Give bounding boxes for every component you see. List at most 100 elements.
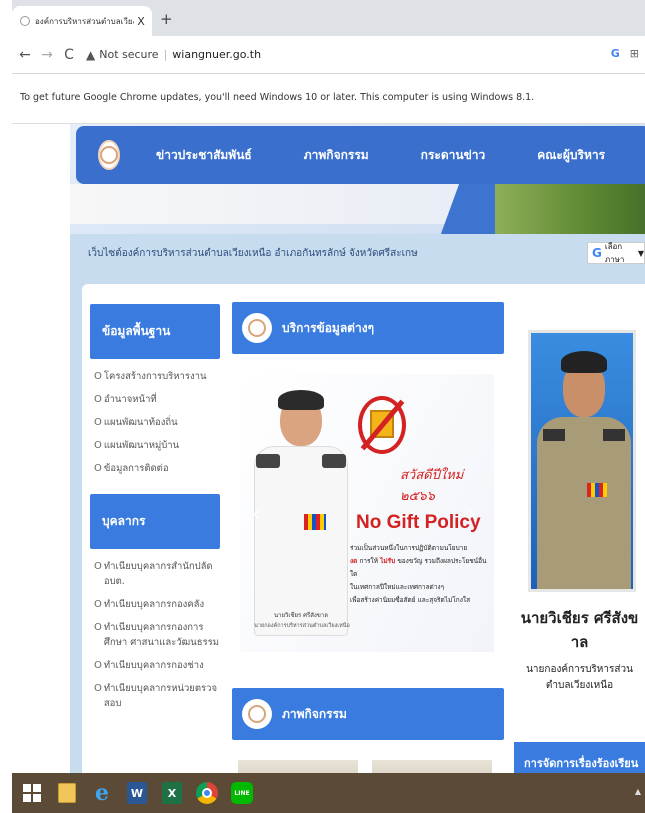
windows-icon	[23, 784, 41, 802]
language-select-label: เลือกภาษา	[604, 242, 625, 264]
complaint-heading[interactable]: การจัดการเรื่องร้องเรียนการทุจริต	[514, 742, 645, 773]
update-info-bar: To get future Google Chrome updates, you…	[12, 74, 645, 124]
services-heading: บริการข้อมูลต่างๆ	[232, 302, 504, 354]
executive-portrait	[528, 330, 636, 592]
sidebar-link-label: ทำเนียบบุคลากรกองการศึกษา ศาสนาและวัฒนธร…	[103, 622, 219, 648]
sidebar-link[interactable]: O ข้อมูลการติดต่อ	[94, 461, 220, 476]
banner-line-3: ในเทศกาลปีใหม่และเทศกาลต่างๆ	[350, 583, 445, 591]
new-tab-button[interactable]: +	[160, 10, 173, 28]
reload-button[interactable]: C	[60, 47, 78, 63]
official-photo	[246, 384, 348, 646]
tray-arrow-icon[interactable]: ▲	[635, 787, 641, 796]
sidebar-link-label: ทำเนียบบุคลากรกองคลัง	[103, 599, 205, 610]
tab-title: องค์การบริหารส่วนตำบลเวียงเหนือ อำ...	[35, 16, 134, 26]
site-title-line: เว็บไซต์องค์การบริหารส่วนตำบลเวียงเหนือ …	[88, 248, 418, 259]
slider-next-icon[interactable]: ›	[467, 502, 476, 527]
activity-thumbnail[interactable]	[238, 760, 358, 773]
sidebar-link[interactable]: O ทำเนียบบุคลากรกองการศึกษา ศาสนาและวัฒนธ…	[94, 620, 220, 650]
sidebar-link[interactable]: O ทำเนียบบุคลากรสำนักปลัด อบต.	[94, 559, 220, 589]
sidebar-link-label: ทำเนียบบุคลากรกองช่าง	[103, 660, 204, 671]
logo-icon	[242, 699, 272, 729]
nav-item-0[interactable]: ข่าวประชาสัมพันธ์	[156, 146, 252, 165]
line-button[interactable]: LINE	[227, 778, 257, 808]
chevron-down-icon: ▼	[637, 248, 644, 258]
banner-headline: No Gift Policy	[356, 512, 481, 533]
banner-line-1: ร่วมเป็นส่วนหนึ่งในการปฏิบัติตามนโยบาย	[350, 544, 468, 552]
executive-name: นายวิเชียร ศรีสังขาล	[520, 609, 639, 651]
circle-bullet-icon: O	[94, 561, 102, 572]
sidebar-link[interactable]: O ทำเนียบบุคลากรกองคลัง	[94, 597, 220, 612]
banner-line-2: งด การให้ ไม่รับ ของขวัญ รวมถึงผลประโยชน…	[350, 557, 487, 578]
left-sidebar: ข้อมูลพื้นฐาน O โครงสร้างการบริหารงาน O อำน…	[90, 304, 220, 723]
site-logo[interactable]	[98, 140, 120, 170]
executive-position: นายกองค์การบริหารส่วนตำบลเวียงเหนือ	[526, 664, 633, 691]
circle-bullet-icon: O	[94, 622, 102, 633]
file-explorer-button[interactable]	[52, 778, 82, 808]
nav-item-2[interactable]: กระดานข่าว	[421, 146, 486, 165]
banner-caption-title: นายกองค์การบริหารส่วนตำบลเวียงเหนือ	[254, 623, 350, 629]
banner-line-4: เพื่อสร้างค่านิยมซื่อสัตย์ และสุจริตไม่โ…	[350, 596, 471, 604]
panel-heading-basic-info: ข้อมูลพื้นฐาน	[90, 304, 220, 359]
translate-icon[interactable]: ⊞	[630, 47, 639, 60]
banner-new-year: สวัสดีปีใหม่ ๒๕๖๖	[400, 468, 464, 504]
excel-button[interactable]: X	[157, 778, 187, 808]
circle-bullet-icon: O	[94, 440, 102, 451]
google-icon[interactable]: G	[611, 47, 620, 60]
sidebar-link-label: อำนาจหน้าที่	[103, 394, 157, 405]
website: ข่าวประชาสัมพันธ์ ภาพกิจกรรม กระดานข่าว คณะ…	[70, 124, 645, 773]
sidebar-link[interactable]: O ทำเนียบบุคลากรกองช่าง	[94, 658, 220, 673]
sidebar-link[interactable]: O โครงสร้างการบริหารงาน	[94, 369, 220, 384]
circle-bullet-icon: O	[94, 683, 102, 694]
circle-bullet-icon: O	[94, 599, 102, 610]
panel-heading-personnel: บุคลากร	[90, 494, 220, 549]
center-column: บริการข้อมูลต่างๆ นายวิเชียร ศรีสังขาล น…	[232, 302, 504, 773]
activities-heading: ภาพกิจกรรม	[232, 688, 504, 740]
sidebar-link-label: แผนพัฒนาหมู่บ้าน	[103, 440, 180, 451]
excel-icon: X	[162, 782, 182, 804]
language-select[interactable]: G เลือกภาษา ▼	[587, 242, 645, 264]
omnibox[interactable]: ▲ Not secure | wiangnuer.go.th	[86, 48, 261, 62]
sidebar-link-label: แผนพัฒนาท้องถิ่น	[103, 417, 178, 428]
folder-icon	[58, 783, 76, 803]
logo-icon	[242, 313, 272, 343]
activities-title: ภาพกิจกรรม	[282, 706, 347, 721]
ie-icon: e	[95, 780, 109, 806]
warning-icon[interactable]: ▲	[86, 48, 95, 62]
circle-bullet-icon: O	[94, 394, 102, 405]
sidebar-link[interactable]: O แผนพัฒนาท้องถิ่น	[94, 415, 220, 430]
services-title: บริการข้อมูลต่างๆ	[282, 320, 375, 335]
chrome-button[interactable]	[192, 778, 222, 808]
banner-body: ร่วมเป็นส่วนหนึ่งในการปฏิบัติตามนโยบาย ง…	[350, 542, 490, 607]
omnibox-divider: |	[163, 48, 168, 61]
favicon-icon	[20, 16, 30, 26]
close-tab-icon[interactable]: X	[134, 15, 148, 28]
internet-explorer-button[interactable]: e	[87, 778, 117, 808]
sidebar-link[interactable]: O แผนพัฒนาหมู่บ้าน	[94, 438, 220, 453]
back-button[interactable]: ←	[16, 47, 34, 63]
circle-bullet-icon: O	[94, 417, 102, 428]
activity-thumbnail[interactable]	[372, 760, 492, 773]
line-icon: LINE	[231, 782, 253, 804]
address-bar: ← → C ▲ Not secure | wiangnuer.go.th G ⊞	[12, 36, 645, 74]
circle-bullet-icon: O	[94, 463, 102, 474]
nav-item-1[interactable]: ภาพกิจกรรม	[304, 146, 369, 165]
url-text[interactable]: wiangnuer.go.th	[172, 48, 261, 61]
right-sidebar: นายวิเชียร ศรีสังขาล นายกองค์การบริหารส่…	[514, 302, 645, 773]
sidebar-link[interactable]: O ทำเนียบบุคลากรหน่วยตรวจสอบ	[94, 681, 220, 711]
word-button[interactable]: W	[122, 778, 152, 808]
start-button[interactable]	[17, 778, 47, 808]
circle-bullet-icon: O	[94, 660, 102, 671]
sidebar-link-label: ข้อมูลการติดต่อ	[103, 463, 169, 474]
word-icon: W	[127, 782, 147, 804]
banner-slider[interactable]: นายวิเชียร ศรีสังขาล นายกองค์การบริหารส่…	[240, 374, 494, 652]
forward-button[interactable]: →	[38, 47, 56, 63]
top-navigation: ข่าวประชาสัมพันธ์ ภาพกิจกรรม กระดานข่าว คณะ…	[76, 126, 645, 184]
chrome-icon	[196, 782, 218, 804]
sidebar-link[interactable]: O อำนาจหน้าที่	[94, 392, 220, 407]
banner-caption-name: นายวิเชียร ศรีสังขาล	[274, 612, 328, 619]
browser-tab-bar: องค์การบริหารส่วนตำบลเวียงเหนือ อำ... X …	[12, 0, 645, 36]
windows-taskbar: e W X LINE ▲	[12, 773, 645, 813]
nav-item-3[interactable]: คณะผู้บริหาร	[537, 146, 605, 165]
slider-prev-icon[interactable]: ‹	[252, 502, 261, 527]
browser-tab[interactable]: องค์การบริหารส่วนตำบลเวียงเหนือ อำ... X	[12, 6, 152, 36]
